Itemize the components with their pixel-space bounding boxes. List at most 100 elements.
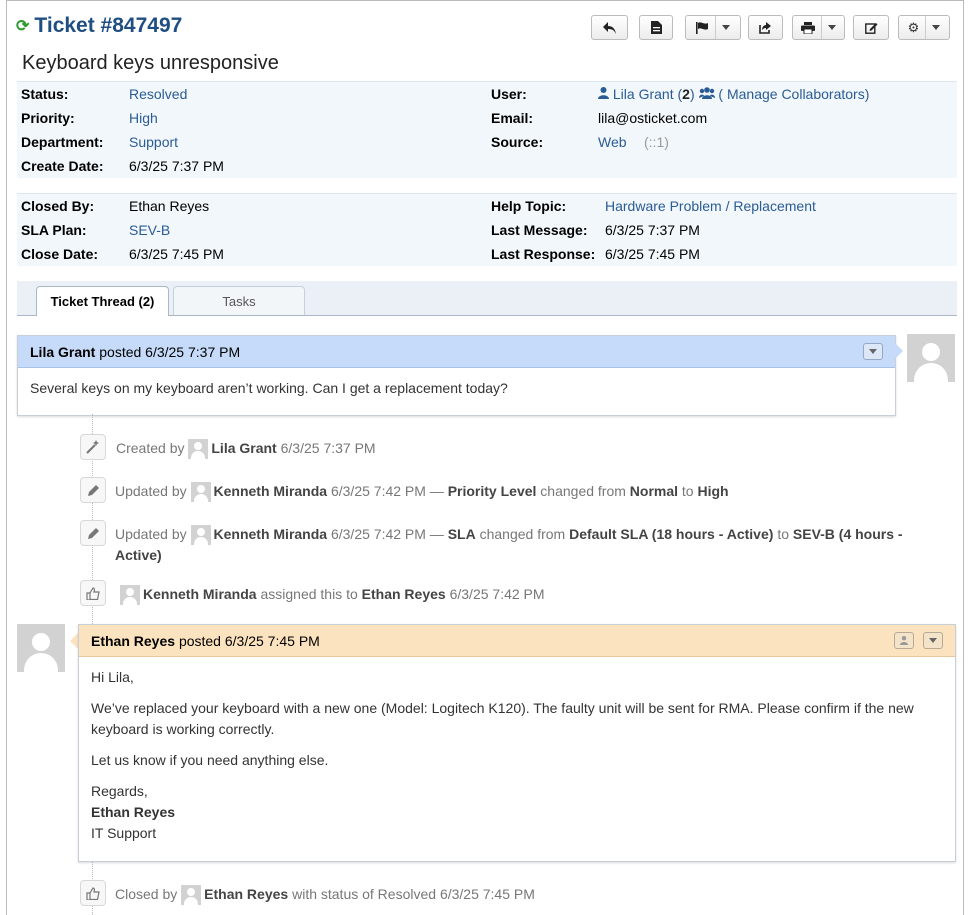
event-prefix: Created by (116, 440, 185, 456)
thread-entry-header: Ethan Reyes posted 6/3/25 7:45 PM (79, 625, 955, 657)
assign-user-button[interactable] (894, 632, 914, 649)
event-from: Default SLA (18 hours - Active) (569, 526, 774, 542)
avatar (190, 525, 211, 546)
last-response-label: Last Response: (491, 246, 596, 262)
gear-icon: ⚙ (907, 19, 920, 35)
event-time: 6/3/25 7:42 PM — (330, 483, 444, 499)
user-count-close: ) (689, 86, 695, 102)
event-prefix: Updated by (115, 526, 187, 542)
create-date-label: Create Date: (21, 158, 104, 174)
event-time: 6/3/25 7:42 PM (449, 586, 545, 602)
status-value[interactable]: Resolved (129, 86, 187, 102)
event-closed: Closed by Ethan Reyes with status of Res… (115, 884, 535, 906)
event-actor: Kenneth Miranda (143, 586, 257, 602)
tab-ticket-thread[interactable]: Ticket Thread (2) (36, 286, 169, 316)
user-value[interactable]: Lila Grant (2) ( Manage Collaborators) (598, 86, 869, 102)
event-actor: Lila Grant (211, 440, 277, 456)
status-label: Status: (21, 86, 69, 102)
message-pointer (895, 343, 903, 359)
event-assigned: Kenneth Miranda assigned this to Ethan R… (120, 584, 545, 606)
close-date-value: 6/3/25 7:45 PM (129, 246, 224, 262)
ticket-title[interactable]: Ticket #847497 (34, 14, 182, 38)
chevron-down-icon (869, 349, 877, 354)
event-from: Normal (629, 483, 679, 499)
user-count: 2 (682, 86, 690, 102)
edit-ticket-button[interactable] (853, 15, 889, 40)
sla-plan-value[interactable]: SEV-B (129, 222, 170, 238)
thumbs-up-icon (80, 880, 106, 906)
help-topic-label: Help Topic: (491, 198, 567, 214)
user-name[interactable]: Lila Grant (613, 86, 674, 102)
ticket-info-primary: Status: Resolved Priority: High Departme… (17, 81, 957, 178)
department-label: Department: (21, 134, 104, 150)
sla-plan-label: SLA Plan: (21, 222, 87, 238)
message-options-button[interactable] (863, 343, 883, 360)
create-date-value: 6/3/25 7:37 PM (129, 158, 224, 174)
event-mid: changed from (540, 483, 626, 499)
ticket-subject: Keyboard keys unresponsive (22, 52, 279, 74)
message-text: Several keys on my keyboard aren’t worki… (30, 380, 508, 396)
event-actor: Kenneth Miranda (213, 526, 328, 542)
source-label: Source: (491, 134, 544, 150)
print-dropdown-button[interactable] (792, 15, 845, 40)
avatar (907, 334, 955, 382)
user-icon (900, 636, 908, 645)
flag-icon (696, 21, 708, 34)
chevron-down-icon (932, 25, 941, 30)
ticket-header: ⟳ Ticket #847497 (16, 14, 182, 38)
event-actor: Kenneth Miranda (213, 483, 328, 499)
department-value[interactable]: Support (129, 134, 178, 150)
message-author: Lila Grant (30, 343, 96, 360)
event-to-word: to (777, 526, 789, 542)
event-prefix: Closed by (115, 886, 178, 902)
tab-tasks[interactable]: Tasks (173, 286, 305, 315)
email-value: lila@osticket.com (598, 110, 708, 126)
flag-dropdown-button[interactable] (685, 15, 741, 40)
priority-label: Priority: (21, 110, 75, 126)
event-to: High (697, 483, 729, 499)
avatar (188, 439, 209, 460)
event-priority-updated: Updated by Kenneth Miranda 6/3/25 7:42 P… (115, 481, 729, 503)
event-created: Created by Lila Grant 6/3/25 7:37 PM (116, 438, 376, 460)
last-message-value: 6/3/25 7:37 PM (605, 222, 700, 238)
chevron-down-icon (722, 25, 730, 30)
message-greeting: Hi Lila, (91, 669, 134, 685)
chevron-down-icon (929, 638, 937, 643)
event-to: Ethan Reyes (361, 586, 446, 602)
event-mid: assigned this to (260, 586, 358, 602)
thread-entry-staff: Ethan Reyes posted 6/3/25 7:45 PM Hi Lil… (78, 624, 956, 862)
pencil-icon (80, 520, 106, 546)
avatar (17, 624, 65, 672)
collaborators-icon (698, 87, 715, 99)
print-icon (801, 21, 815, 34)
event-field: SLA (447, 526, 476, 542)
edit-icon (864, 22, 877, 34)
closed-by-value: Ethan Reyes (129, 198, 210, 214)
last-message-label: Last Message: (491, 222, 588, 238)
priority-value[interactable]: High (129, 110, 158, 126)
manage-collaborators-link[interactable]: ( Manage Collaborators) (718, 86, 869, 102)
closed-by-label: Closed By: (21, 198, 95, 214)
event-to-word: to (681, 483, 694, 499)
thread-entry-header: Lila Grant posted 6/3/25 7:37 PM (18, 336, 895, 368)
reply-icon (602, 21, 616, 34)
settings-dropdown-button[interactable]: ⚙ (898, 15, 950, 40)
source-value[interactable]: Web (598, 134, 627, 150)
help-topic-value[interactable]: Hardware Problem / Replacement (605, 198, 816, 214)
thumbs-up-icon (80, 580, 106, 606)
message-body: Several keys on my keyboard aren’t worki… (18, 368, 895, 409)
event-time: 6/3/25 7:37 PM (280, 440, 376, 456)
refresh-icon[interactable]: ⟳ (16, 16, 29, 36)
message-posted: posted 6/3/25 7:37 PM (99, 343, 241, 360)
post-note-button[interactable] (639, 15, 673, 40)
message-pointer (70, 633, 78, 649)
source-ip: (::1) (644, 134, 669, 150)
avatar (120, 585, 140, 606)
message-options-button[interactable] (923, 632, 943, 649)
message-paragraph: Let us know if you need anything else. (91, 752, 329, 768)
signature-title: IT Support (91, 825, 157, 841)
signature-line: Regards, (91, 783, 148, 799)
reply-button[interactable] (591, 15, 628, 40)
transfer-button[interactable] (748, 15, 783, 40)
event-actor: Ethan Reyes (204, 886, 289, 902)
